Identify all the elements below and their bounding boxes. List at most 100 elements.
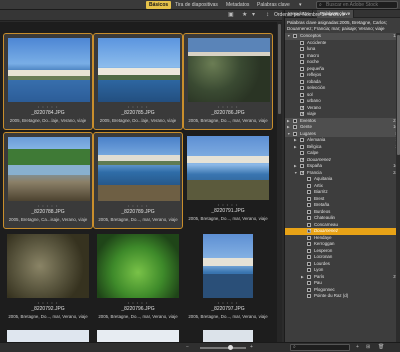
file-name: _8220785.JPG: [121, 110, 155, 116]
rating-dots: • • • • •: [127, 104, 149, 109]
keyword-checkbox[interactable]: [307, 190, 311, 195]
keywords-text: 2005, Bretagne, Do..., mar, Verano, viaj…: [188, 216, 268, 221]
sort-dropdown[interactable]: Ordenar por Nombre de archivo: [274, 11, 345, 20]
keyword-label: Pointe du Raz (d): [314, 293, 349, 298]
keyword-checkbox[interactable]: [300, 138, 304, 143]
keyword-checkbox[interactable]: [307, 235, 311, 240]
keyword-checkbox[interactable]: [300, 60, 304, 65]
thumbnail-cell[interactable]: • • • • • _8220786.JPG 2005, Bretagne, D…: [183, 33, 273, 130]
thumbnail-cell[interactable]: • • • • • _8220788.JPG 2005, Bretagne, C…: [3, 132, 93, 229]
keyword-checkbox[interactable]: [293, 34, 297, 39]
keyword-search-field[interactable]: ⌕: [290, 344, 350, 351]
keyword-tree: ▼Conceptos12Accidentelunamacronochepeque…: [285, 33, 400, 300]
rating-dots: • • • • •: [127, 203, 149, 208]
thumbnail-cell[interactable]: • • • • • _8220792.JPG 2005, Bretagne, D…: [3, 230, 93, 327]
grid-scrollbar[interactable]: [277, 22, 282, 342]
tab-metadatos[interactable]: Metadatos: [223, 1, 252, 9]
file-name: _8220791.JPG: [211, 208, 245, 214]
file-name: _8220792.JPG: [31, 306, 65, 312]
stock-search-field[interactable]: ⌕ Buscar en Adobe Stock: [316, 1, 398, 9]
keywords-text: 2005, Bretagne, Do..., mar, Verano, viaj…: [8, 314, 88, 319]
file-name: _8220784.JPG: [31, 110, 65, 116]
keyword-checkbox[interactable]: [293, 131, 297, 136]
keyword-checkbox[interactable]: [307, 287, 311, 292]
photo-thumbnail: [203, 234, 253, 298]
keyword-checkbox[interactable]: [293, 125, 297, 130]
keywords-panel: Metadatos Palabras clave Palabras clave …: [284, 10, 400, 348]
keyword-checkbox[interactable]: [307, 216, 311, 221]
keyword-checkbox[interactable]: [300, 40, 304, 45]
keyword-checkbox[interactable]: [300, 111, 305, 118]
keyword-checkbox[interactable]: [300, 170, 305, 176]
keyword-row[interactable]: Pointe du Raz (d): [285, 293, 400, 300]
keyword-checkbox[interactable]: [307, 248, 311, 253]
file-name: _8220797.JPG: [211, 306, 245, 312]
keywords-text: 2005, Bretagne, Do..., mar, Verano, viaj…: [98, 314, 178, 319]
thumbnail-cell[interactable]: • • • • • _8220796.JPG 2005, Bretagne, D…: [93, 230, 183, 327]
keyword-checkbox[interactable]: [307, 196, 311, 201]
zoom-in-icon[interactable]: +: [250, 344, 253, 350]
keyword-checkbox[interactable]: [300, 105, 305, 111]
keywords-text: 2005, Bretagne, Ca...isaje, Verano, viaj…: [8, 217, 88, 222]
keyword-checkbox[interactable]: [307, 268, 311, 273]
rating-dots: • • • • •: [37, 104, 59, 109]
keyword-checkbox[interactable]: [300, 47, 304, 52]
keyword-checkbox[interactable]: [307, 242, 311, 247]
keyword-checkbox[interactable]: [300, 53, 304, 58]
keyword-checkbox[interactable]: [307, 203, 311, 208]
keyword-checkbox[interactable]: [293, 118, 297, 123]
stock-search-placeholder: Buscar en Adobe Stock: [326, 2, 378, 8]
keyword-checkbox[interactable]: [307, 183, 311, 188]
thumbnail-cell[interactable]: • • • • • _8220785.JPG 2005, Bretagne, D…: [93, 33, 183, 130]
top-bar: Básicos Tira de diapositivas Metadatos P…: [0, 0, 400, 10]
grid-scrollbar-thumb[interactable]: [278, 24, 281, 114]
tab-palabras-clave[interactable]: Palabras clave: [254, 1, 293, 9]
keyword-checkbox[interactable]: [307, 281, 311, 286]
thumbnail-cell[interactable]: • • • • • _8220797.JPG 2005, Bretagne, D…: [183, 230, 273, 327]
thumbnail-cell[interactable]: • • • • • _8220784.JPG 2005, Bretagne, D…: [3, 33, 93, 130]
photo-thumbnail: [8, 38, 90, 102]
keyword-checkbox[interactable]: [300, 86, 304, 91]
keyword-checkbox[interactable]: [307, 274, 311, 279]
keyword-checkbox[interactable]: [307, 261, 311, 266]
keyword-checkbox[interactable]: [307, 228, 312, 235]
keywords-text: 2005, Bretagne, Do...laje, Verano, viaje: [99, 118, 177, 123]
photo-thumbnail: [187, 136, 269, 200]
thumbnail-cell[interactable]: • • • • • _8220789.JPG 2005, Bretagne, D…: [93, 132, 183, 229]
keyword-checkbox[interactable]: [307, 177, 311, 182]
delete-keyword-icon[interactable]: 🗑: [378, 344, 384, 350]
thumbnail-size-slider[interactable]: [200, 347, 246, 349]
keyword-checkbox[interactable]: [300, 164, 304, 169]
rating-dots: • • • • •: [37, 300, 59, 305]
thumbnail-size-knob[interactable]: [228, 345, 233, 350]
file-name: _8220788.JPG: [31, 209, 65, 215]
photo-thumbnail: [98, 38, 180, 102]
panel-scrollbar-thumb[interactable]: [396, 35, 400, 155]
new-keyword-icon[interactable]: +: [356, 344, 359, 350]
keyword-checkbox[interactable]: [300, 144, 304, 149]
panel-scrollbar[interactable]: [396, 33, 400, 343]
tab-basicos[interactable]: Básicos: [146, 1, 172, 9]
keywords-text: 2005, Bretagne, Do..., mar, Verano, viaj…: [188, 314, 268, 319]
file-name: _8220789.JPG: [121, 209, 155, 215]
new-subkeyword-icon[interactable]: ⊞: [366, 344, 370, 350]
keyword-checkbox[interactable]: [300, 92, 304, 97]
photo-thumbnail: [7, 234, 89, 298]
keyword-checkbox[interactable]: [307, 209, 311, 214]
keyword-checkbox[interactable]: [300, 73, 304, 78]
tab-tira-diapositivas[interactable]: Tira de diapositivas: [172, 1, 221, 9]
keywords-text: 2005, Bretagne, Do..., mar, Verano, viaj…: [98, 217, 178, 222]
keyword-checkbox[interactable]: [300, 151, 304, 156]
rating-dots: • • • • •: [217, 300, 239, 305]
keyword-checkbox[interactable]: [300, 79, 304, 84]
workspace-menu-icon[interactable]: ▾: [296, 1, 305, 9]
keyword-checkbox[interactable]: [300, 66, 304, 71]
thumbnail-cell[interactable]: • • • • • _8220791.JPG 2005, Bretagne, D…: [183, 132, 273, 229]
keyword-checkbox[interactable]: [300, 157, 305, 163]
keyword-checkbox[interactable]: [307, 294, 311, 299]
rating-dots: • • • • •: [37, 203, 59, 208]
keyword-checkbox[interactable]: [307, 222, 311, 227]
keyword-checkbox[interactable]: [307, 255, 311, 260]
zoom-out-icon[interactable]: −: [186, 344, 189, 350]
keyword-checkbox[interactable]: [300, 99, 304, 104]
